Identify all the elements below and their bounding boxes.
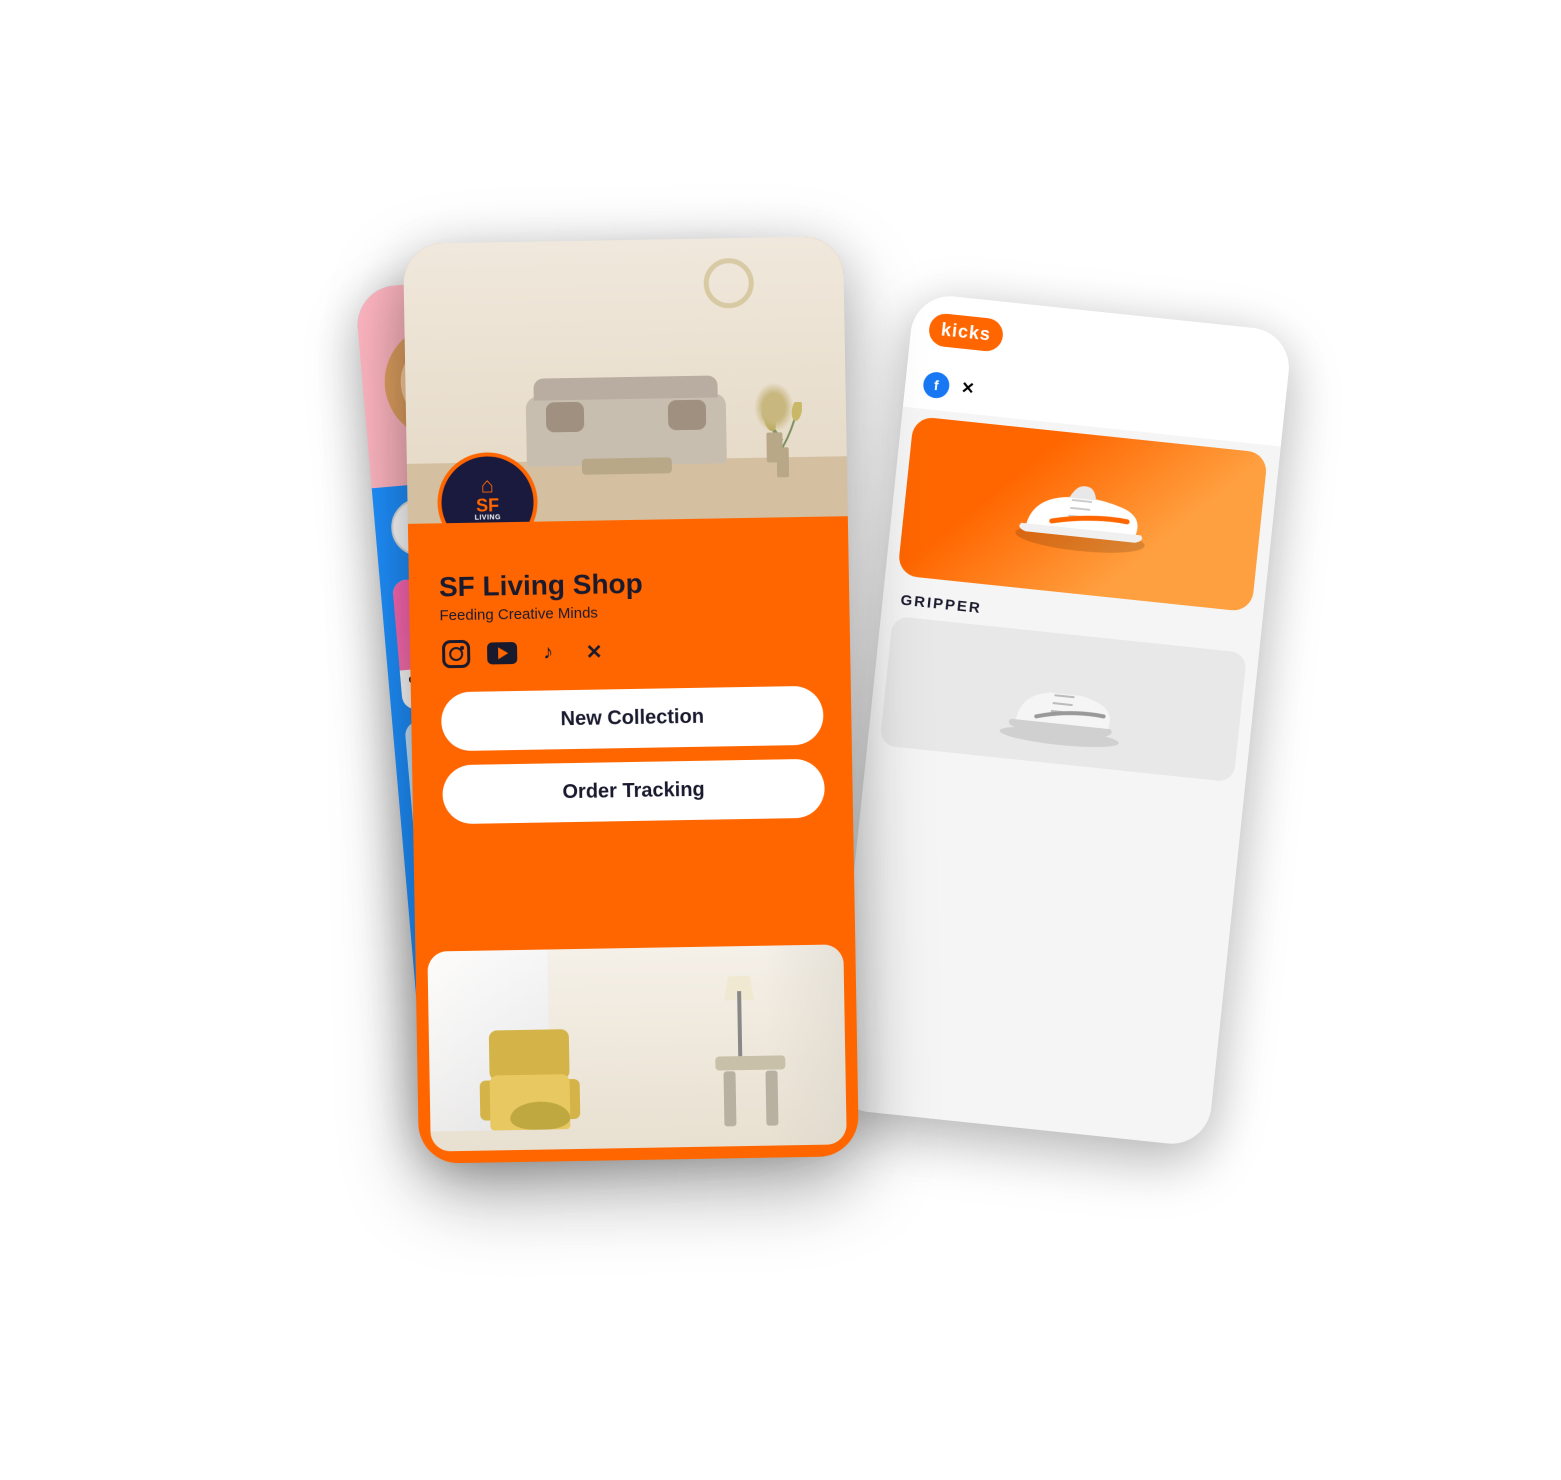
table-leg-right: [765, 1070, 778, 1125]
new-collection-button[interactable]: New Collection: [440, 686, 823, 752]
lamp-pole: [737, 991, 742, 1056]
youtube-icon: [485, 637, 518, 670]
sneaker-svg: [978, 641, 1148, 757]
scene: kicks f ✕: [331, 190, 1231, 1290]
shoe-visual: [897, 416, 1268, 612]
instagram-icon: [439, 638, 472, 671]
social-icons-row: ♪ ✕: [439, 632, 822, 671]
hero-image: ⌂ SF LIVING SHOP: [403, 236, 848, 524]
yt-icon-shape: [486, 642, 516, 665]
side-table: [715, 1055, 786, 1126]
shoe-svg: [998, 461, 1167, 567]
table-leg-left: [723, 1071, 736, 1126]
x-icon: ✕: [960, 378, 975, 399]
wall-decoration: [703, 258, 754, 309]
plant-vase: [761, 402, 786, 462]
back-right-card: kicks f ✕: [829, 292, 1293, 1147]
kicks-logo: kicks: [927, 312, 1004, 353]
coffee-table: [581, 457, 671, 475]
plant-svg: [761, 402, 802, 483]
shop-name: SF Living Shop: [438, 565, 821, 604]
floor-lamp: [723, 976, 754, 1057]
sofa-pillow-left: [545, 402, 584, 433]
kicks-hero-image: [897, 416, 1268, 612]
armchair-back: [488, 1029, 569, 1080]
table-top: [715, 1055, 785, 1070]
facebook-icon: f: [922, 371, 951, 400]
bottom-room-image: [427, 944, 846, 1151]
logo-sf-text: SF: [475, 496, 498, 514]
tiktok-icon: ♪: [531, 636, 564, 669]
order-tracking-button[interactable]: Order Tracking: [442, 759, 825, 825]
front-card: ⌂ SF LIVING SHOP SF Living Shop Feeding …: [403, 236, 859, 1164]
ig-icon-shape: [441, 640, 469, 668]
x-twitter-icon: ✕: [577, 635, 610, 668]
sofa-pillow-right: [667, 400, 706, 431]
front-body: SF Living Shop Feeding Creative Minds ♪ …: [407, 516, 854, 952]
logo-house-icon: ⌂: [480, 474, 494, 496]
shop-tagline: Feeding Creative Minds: [439, 601, 821, 625]
sofa: [525, 393, 726, 466]
